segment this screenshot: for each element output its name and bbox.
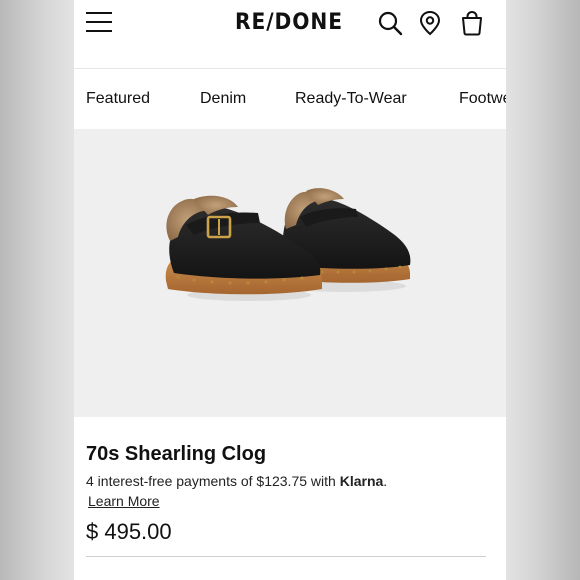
location-pin-icon[interactable] <box>416 9 444 37</box>
installment-prefix: 4 interest-free payments of $123.75 with <box>86 473 340 489</box>
menu-icon[interactable] <box>86 12 112 32</box>
klarna-brand: Klarna <box>339 473 384 489</box>
category-footwear[interactable]: Footwear <box>459 90 506 108</box>
product-image[interactable] <box>74 129 506 417</box>
price-divider <box>86 556 486 557</box>
product-price: $ 495.00 <box>86 519 172 544</box>
shopping-bag-icon[interactable] <box>458 9 486 37</box>
product-title: 70s Shearling Clog <box>86 443 267 465</box>
mobile-screen: RE/DONE Featured Denim Ready-To-Wear Foo… <box>74 0 506 580</box>
search-icon[interactable] <box>376 9 404 37</box>
learn-more-link[interactable]: Learn More <box>88 493 160 509</box>
category-nav: Featured Denim Ready-To-Wear Footwear <box>74 69 506 129</box>
category-ready-to-wear[interactable]: Ready-To-Wear <box>295 90 407 108</box>
installment-suffix: . <box>383 473 388 489</box>
brand-logo[interactable]: RE/DONE <box>234 9 344 37</box>
category-denim[interactable]: Denim <box>200 90 246 108</box>
category-featured[interactable]: Featured <box>86 90 150 108</box>
installment-text: 4 interest-free payments of $123.75 with… <box>86 473 387 489</box>
product-info: 70s Shearling Clog 4 interest-free payme… <box>74 417 506 580</box>
site-header: RE/DONE <box>74 0 506 68</box>
